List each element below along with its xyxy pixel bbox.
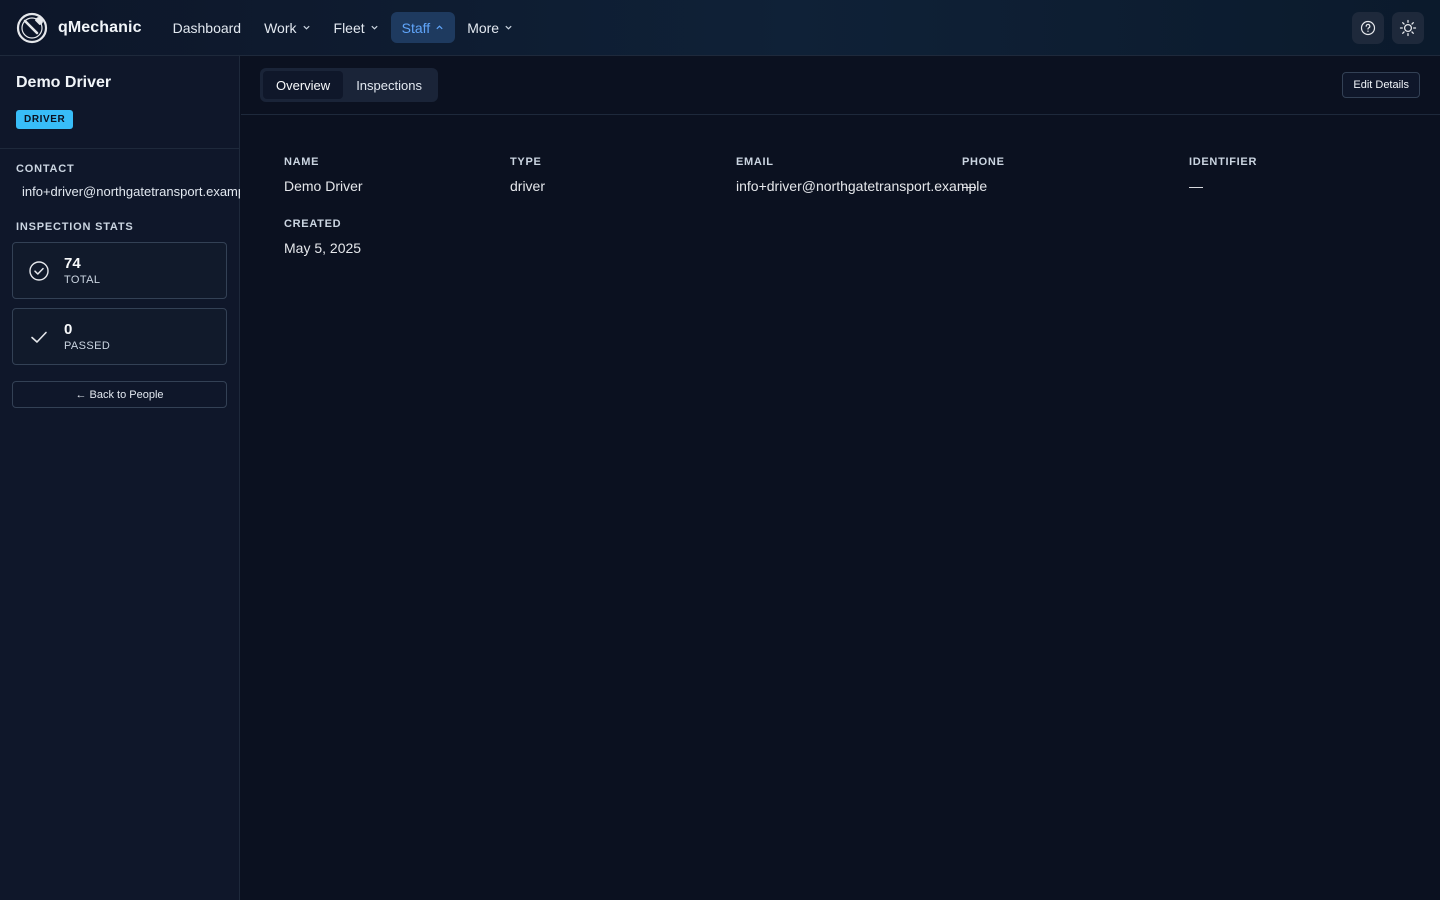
contact-email: info+driver@northgatetransport.example: [22, 184, 240, 199]
field-value: —: [962, 178, 976, 194]
nav-label: Staff: [401, 19, 431, 36]
field-label: EMAIL: [736, 156, 774, 168]
tab-bar: Overview Inspections: [260, 68, 438, 102]
stat-text: 74 TOTAL: [64, 255, 100, 287]
tab-overview[interactable]: Overview: [263, 71, 344, 99]
main-nav: Dashboard Work Fleet Staff More: [162, 12, 526, 43]
brand-name: qMechanic: [58, 18, 142, 36]
check-icon: [31, 331, 47, 343]
field-value: info+driver@northgatetransport.example: [736, 178, 988, 194]
stat-caption: PASSED: [64, 339, 111, 352]
tab-inspections[interactable]: Inspections: [343, 71, 435, 99]
back-to-people-button[interactable]: ← Back to People: [12, 381, 227, 408]
field-created: CREATED May 5, 2025: [284, 218, 361, 256]
field-label: NAME: [284, 156, 320, 168]
nav-label: Dashboard: [172, 19, 242, 36]
sun-icon: [1399, 19, 1417, 37]
main-header: Overview Inspections Edit Details: [241, 56, 1440, 115]
nav-label: Work: [264, 19, 297, 36]
stat-value: 0: [64, 320, 73, 338]
chevron-up-icon: [436, 25, 443, 30]
stat-caption: TOTAL: [64, 273, 101, 286]
field-label: CREATED: [284, 218, 342, 230]
field-value: —: [1189, 178, 1203, 194]
theme-toggle-button[interactable]: [1392, 12, 1424, 44]
top-navbar: qMechanic Dashboard Work Fleet Staff Mor…: [0, 0, 1440, 56]
field-name: NAME Demo Driver: [284, 156, 363, 194]
inspection-stats-label: INSPECTION STATS: [16, 221, 134, 233]
stat-card-passed: 0 PASSED: [12, 308, 227, 365]
nav-more[interactable]: More: [456, 12, 524, 43]
field-value: driver: [510, 178, 546, 194]
nav-label: Fleet: [333, 19, 365, 36]
field-email: EMAIL info+driver@northgatetransport.exa…: [736, 156, 987, 194]
person-sidebar: Demo Driver DRIVER CONTACT info+driver@n…: [0, 56, 240, 900]
help-button[interactable]: [1352, 12, 1384, 44]
field-identifier: IDENTIFIER —: [1189, 156, 1257, 194]
main-content: Overview Inspections Edit Details NAME D…: [241, 56, 1440, 900]
contact-section-label: CONTACT: [16, 163, 75, 175]
contact-email-row[interactable]: info+driver@northgatetransport.example: [0, 184, 240, 199]
role-badge: DRIVER: [16, 110, 74, 129]
stat-card-total: 74 TOTAL: [12, 242, 227, 299]
edit-details-button[interactable]: Edit Details: [1342, 72, 1420, 98]
stat-text: 0 PASSED: [64, 321, 110, 353]
field-value: May 5, 2025: [284, 240, 362, 256]
chevron-down-icon: [371, 25, 378, 30]
field-type: TYPE driver: [510, 156, 545, 194]
nav-label: More: [467, 19, 500, 36]
field-label: PHONE: [962, 156, 1005, 168]
chevron-down-icon: [505, 25, 512, 30]
field-label: TYPE: [510, 156, 542, 168]
wrench-logo-icon: [16, 12, 48, 43]
nav-dashboard[interactable]: Dashboard: [162, 12, 253, 43]
field-label: IDENTIFIER: [1189, 156, 1258, 168]
chevron-down-icon: [302, 25, 310, 30]
nav-fleet[interactable]: Fleet: [323, 12, 390, 43]
nav-work[interactable]: Work: [253, 12, 321, 43]
brand[interactable]: qMechanic: [16, 12, 142, 44]
stat-value: 74: [64, 254, 81, 272]
field-phone: PHONE —: [962, 156, 1005, 194]
help-circle-icon: [1360, 20, 1376, 36]
person-name: Demo Driver: [16, 74, 112, 91]
field-value: Demo Driver: [284, 178, 363, 194]
person-header: Demo Driver DRIVER: [0, 56, 239, 149]
check-circle-icon: [29, 260, 49, 281]
top-actions: [1352, 12, 1424, 44]
nav-staff[interactable]: Staff: [390, 12, 456, 43]
